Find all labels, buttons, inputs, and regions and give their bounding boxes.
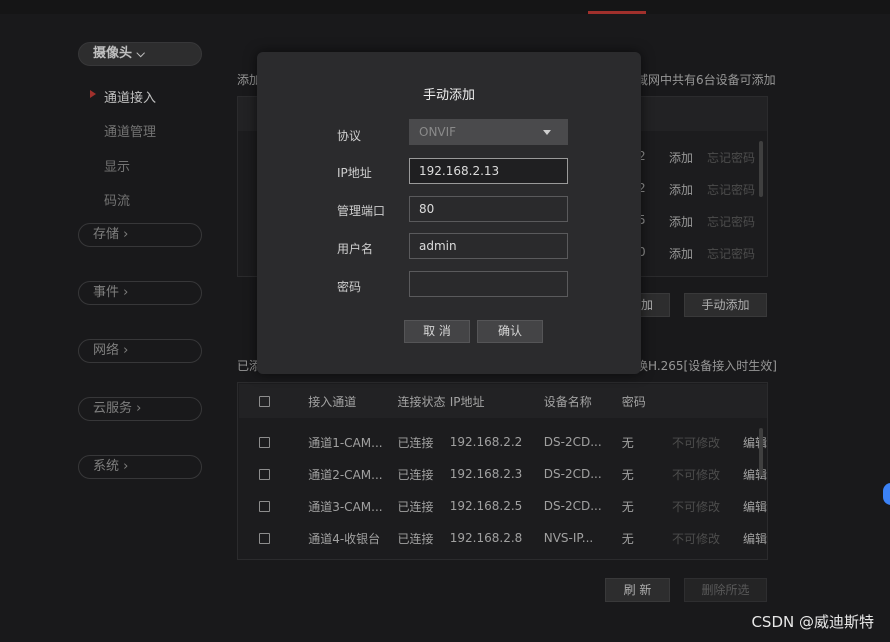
port-label: 管理端口 <box>337 204 386 218</box>
protocol-select[interactable]: ONVIF <box>409 119 568 145</box>
protocol-value: ONVIF <box>419 125 457 139</box>
username-label: 用户名 <box>337 242 374 256</box>
ip-input[interactable]: 192.168.2.13 <box>409 158 568 184</box>
dropdown-caret-icon <box>543 130 551 135</box>
csdn-watermark: CSDN @威迪斯特 <box>751 613 874 631</box>
protocol-label: 协议 <box>337 129 362 143</box>
floating-assistant-icon[interactable] <box>883 483 890 505</box>
cancel-button[interactable]: 取 消 <box>404 320 470 343</box>
port-input[interactable]: 80 <box>409 196 568 222</box>
dialog-title: 手动添加 <box>422 88 475 103</box>
confirm-button[interactable]: 确认 <box>477 320 543 343</box>
username-input[interactable]: admin <box>409 233 568 259</box>
password-input[interactable] <box>409 271 568 297</box>
ip-label: IP地址 <box>337 166 372 180</box>
password-label: 密码 <box>337 280 362 294</box>
manual-add-dialog: 手动添加 协议 ONVIF IP地址 192.168.2.13 管理端口 80 … <box>257 52 641 374</box>
